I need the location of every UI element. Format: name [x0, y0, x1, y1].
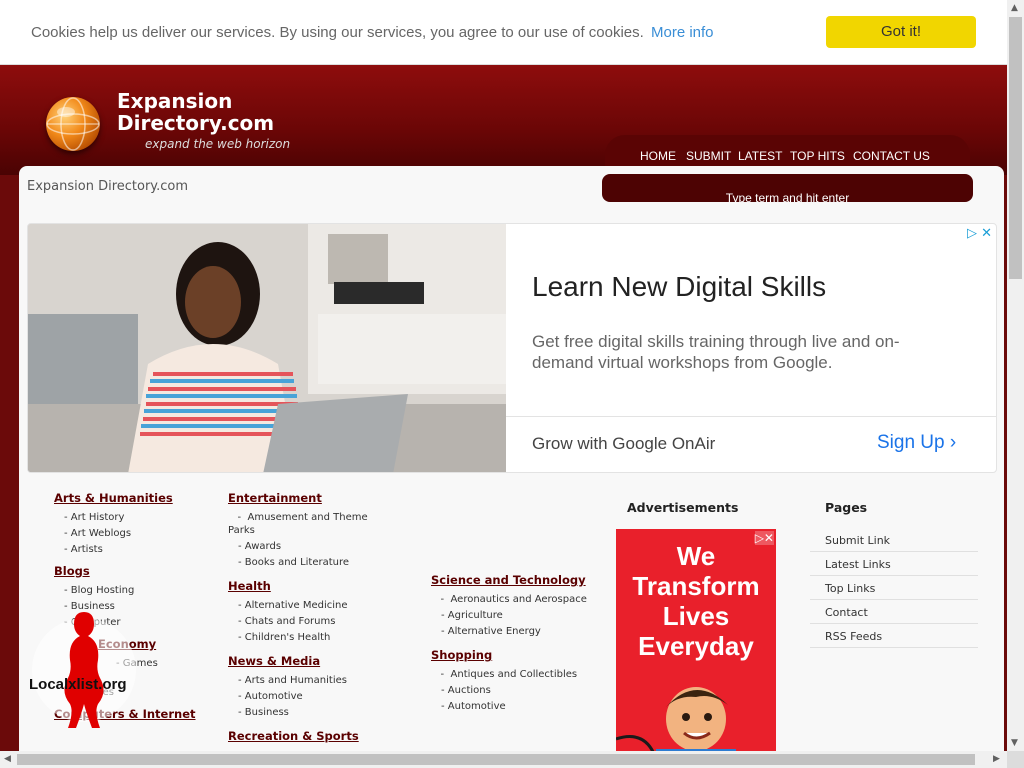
watermark: Localxlist.org	[26, 608, 142, 732]
scroll-up-icon[interactable]: ▲	[1011, 3, 1018, 13]
breadcrumb[interactable]: Expansion Directory.com	[27, 179, 188, 194]
nav-submit[interactable]: SUBMIT	[686, 149, 731, 163]
scroll-left-icon[interactable]: ◀	[4, 754, 11, 764]
pages-heading: Pages	[825, 500, 868, 515]
category-column-3: Science and Technology Aeronautics and A…	[431, 573, 591, 716]
subcategory-link[interactable]: Auctions	[441, 684, 591, 697]
ad-brand: Grow with Google OnAir	[532, 434, 716, 453]
subcategory-link[interactable]: Artists	[64, 543, 214, 556]
site-title-line1: Expansion	[117, 89, 233, 113]
category-science[interactable]: Science and Technology	[431, 573, 591, 587]
nav-latest[interactable]: LATEST	[738, 149, 782, 163]
cookie-accept-button[interactable]: Got it!	[826, 16, 976, 48]
horizontal-scrollbar[interactable]: ◀ ▶	[0, 751, 1007, 768]
subcategory-link[interactable]: Chats and Forums	[238, 615, 388, 628]
ad-choices-icon[interactable]: ▷✕	[754, 531, 774, 545]
cookie-message-text: Cookies help us deliver our services. By…	[31, 24, 644, 41]
subcategory-link[interactable]: Automotive	[441, 700, 591, 713]
subcategory-link[interactable]: Aeronautics and Aerospace	[431, 593, 591, 606]
page-link-top[interactable]: Top Links	[810, 576, 978, 600]
subcategory-link[interactable]: Alternative Medicine	[238, 599, 388, 612]
category-news[interactable]: News & Media	[228, 654, 388, 668]
watermark-text: Localxlist.org	[29, 676, 127, 693]
subcategory-link[interactable]: Awards	[238, 540, 388, 553]
subcategory-link[interactable]: Children's Health	[238, 631, 388, 644]
category-recreation[interactable]: Recreation & Sports	[228, 729, 388, 743]
cookie-bar: Cookies help us deliver our services. By…	[0, 0, 1007, 65]
ad-photo	[28, 224, 506, 472]
scrollbar-corner	[1007, 751, 1024, 768]
category-health[interactable]: Health	[228, 579, 388, 593]
subcategory-link[interactable]: Books and Literature	[238, 556, 388, 569]
category-arts[interactable]: Arts & Humanities	[54, 491, 214, 505]
advertisements-heading: Advertisements	[627, 500, 739, 515]
subcategory-link[interactable]: Blog Hosting	[64, 584, 214, 597]
side-ad-banner[interactable]: We Transform Lives Everyday ▷✕	[616, 529, 776, 768]
subcategory-link[interactable]: Agriculture	[441, 609, 591, 622]
page-link-submit[interactable]: Submit Link	[810, 528, 978, 552]
chevron-right-icon: ›	[949, 432, 957, 453]
ad-description: Get free digital skills training through…	[532, 332, 900, 372]
site-title[interactable]: Expansion Directory.com	[117, 90, 274, 134]
scroll-down-icon[interactable]: ▼	[1011, 738, 1018, 748]
subcategory-link[interactable]: Automotive	[238, 690, 388, 703]
page-link-rss[interactable]: RSS Feeds	[810, 624, 978, 648]
cookie-message: Cookies help us deliver our services. By…	[31, 24, 714, 41]
subcategory-link[interactable]: Antiques and Collectibles	[431, 668, 591, 681]
globe-logo-icon[interactable]	[46, 97, 100, 151]
vertical-scrollbar[interactable]: ▲ ▼	[1007, 0, 1024, 751]
subcategory-link[interactable]: Art Weblogs	[64, 527, 214, 540]
page-link-contact[interactable]: Contact	[810, 600, 978, 624]
site-header: Expansion Directory.com expand the web h…	[0, 65, 1007, 175]
subcategory-link[interactable]: Arts and Humanities	[238, 674, 388, 687]
search-box	[602, 174, 973, 202]
subcategory-link[interactable]: Amusement and Theme Parks	[228, 511, 388, 537]
subcategory-link[interactable]: Art History	[64, 511, 214, 524]
category-shopping[interactable]: Shopping	[431, 648, 591, 662]
ad-cta-label: Sign Up	[877, 432, 945, 453]
scroll-right-icon[interactable]: ▶	[993, 754, 1000, 764]
category-entertainment[interactable]: Entertainment	[228, 491, 388, 505]
cookie-more-info-link[interactable]: More info	[651, 24, 714, 41]
silhouette-icon	[64, 612, 104, 728]
ad-choices-icon[interactable]: ▷ ✕	[967, 226, 992, 241]
page-link-latest[interactable]: Latest Links	[810, 552, 978, 576]
vertical-scroll-thumb[interactable]	[1009, 17, 1022, 279]
category-blogs[interactable]: Blogs	[54, 564, 214, 578]
nav-home[interactable]: HOME	[640, 149, 676, 163]
nav-contact-us[interactable]: CONTACT US	[853, 149, 930, 163]
side-ad-text: We Transform Lives Everyday	[632, 541, 760, 661]
ad-headline: Learn New Digital Skills	[532, 271, 827, 302]
site-title-line2: Directory.com	[117, 111, 275, 135]
search-input[interactable]	[602, 188, 973, 202]
main-panel: Expansion Directory.com ▷ ✕ Learn	[19, 166, 1004, 768]
subcategory-link[interactable]: Alternative Energy	[441, 625, 591, 638]
ad-divider	[506, 416, 996, 417]
category-column-2: Entertainment Amusement and Theme Parks …	[228, 491, 388, 749]
subcategory-link[interactable]: Business	[238, 706, 388, 719]
nav-top-hits[interactable]: TOP HITS	[790, 149, 845, 163]
horizontal-scroll-thumb[interactable]	[17, 754, 975, 765]
ad-sign-up-button[interactable]: Sign Up ›	[877, 432, 956, 454]
site-tagline: expand the web horizon	[145, 137, 291, 151]
pages-list: Submit Link Latest Links Top Links Conta…	[810, 528, 978, 648]
google-ad-banner[interactable]: ▷ ✕ Learn New Digital Skills Get free di…	[27, 223, 997, 473]
